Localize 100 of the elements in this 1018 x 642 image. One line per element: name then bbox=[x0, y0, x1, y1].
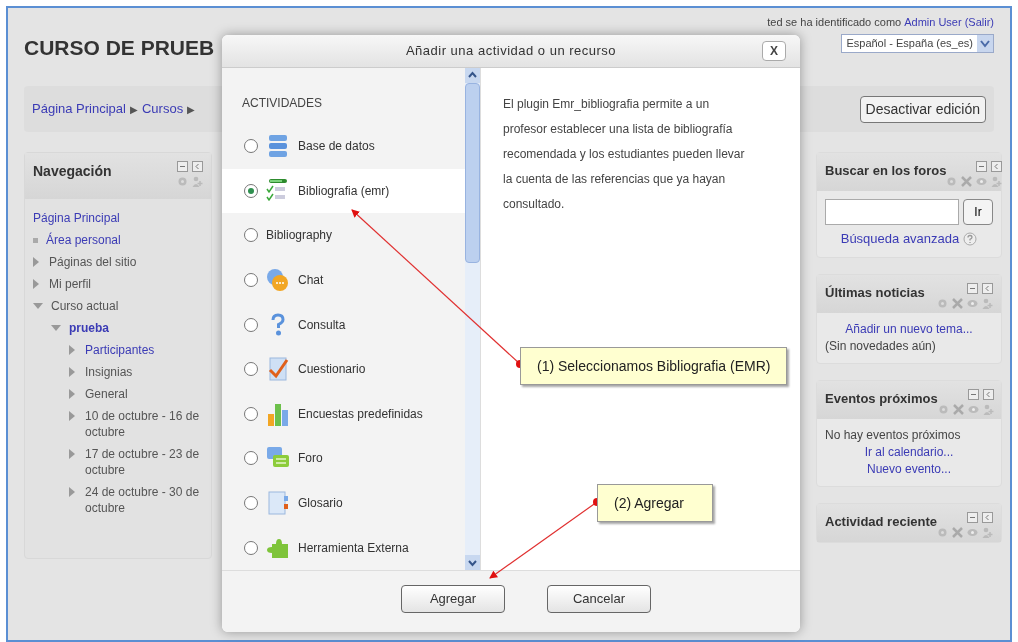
bar-chart-icon bbox=[266, 401, 290, 426]
dialog-button[interactable]: Cancelar bbox=[547, 584, 651, 613]
scroll-up-icon[interactable] bbox=[465, 68, 480, 83]
nav-link[interactable]: Participantes bbox=[85, 342, 155, 358]
search-field[interactable] bbox=[825, 199, 959, 225]
collapse-icon[interactable] bbox=[967, 511, 978, 523]
dialog-button[interactable]: Agregar bbox=[401, 584, 505, 613]
block-link[interactable]: Ir al calendario... bbox=[864, 443, 954, 461]
option-label: Foro bbox=[298, 450, 323, 468]
advanced-search-link[interactable]: Búsqueda avanzada bbox=[840, 229, 960, 249]
block-title: Navegación bbox=[33, 162, 112, 181]
nav-item[interactable]: 24 de octubre - 30 de octubre bbox=[85, 484, 203, 516]
expanded-arrow-icon[interactable] bbox=[51, 325, 61, 333]
activity-option[interactable]: Bibliography bbox=[222, 213, 465, 258]
nav-item[interactable]: Insignias bbox=[85, 364, 133, 380]
nav-item[interactable]: 17 de octubre - 23 de octubre bbox=[85, 446, 203, 478]
option-label: Glosario bbox=[298, 495, 343, 513]
close-icon[interactable] bbox=[961, 176, 973, 187]
collapse-icon[interactable] bbox=[967, 282, 978, 294]
close-icon[interactable] bbox=[952, 403, 964, 415]
annotation-callout: (1) Seleccionamos Bibliografia (EMR) bbox=[520, 347, 788, 385]
nav-item[interactable]: Curso actual bbox=[51, 298, 119, 314]
checkmark-document-icon bbox=[266, 357, 290, 382]
block-text: No hay eventos próximos bbox=[825, 426, 961, 444]
collapse-icon[interactable] bbox=[177, 161, 188, 172]
close-icon[interactable] bbox=[952, 297, 963, 309]
block-title: Eventos próximos bbox=[825, 389, 938, 408]
scroll-thumb[interactable] bbox=[465, 83, 480, 263]
nav-item[interactable]: 10 de octubre - 16 de octubre bbox=[85, 408, 203, 440]
collapsed-arrow-icon[interactable] bbox=[69, 345, 77, 355]
breadcrumb-link[interactable]: Página Principal bbox=[32, 99, 126, 119]
collapse-icon[interactable] bbox=[976, 161, 988, 172]
option-label: Base de datos bbox=[298, 138, 375, 156]
settings-icon[interactable] bbox=[937, 526, 948, 538]
activity-option[interactable]: Foro bbox=[222, 436, 465, 481]
eye-icon[interactable] bbox=[976, 176, 988, 187]
settings-icon[interactable] bbox=[937, 297, 948, 309]
radio-button[interactable] bbox=[244, 406, 258, 421]
activity-option[interactable]: Encuestas predefinidas bbox=[222, 391, 465, 437]
block-title: Últimas noticias bbox=[825, 283, 925, 302]
nav-item[interactable]: General bbox=[85, 386, 128, 402]
database-icon bbox=[266, 134, 290, 159]
radio-button[interactable] bbox=[244, 183, 258, 198]
block-title: Buscar en los foros bbox=[825, 162, 947, 180]
nav-item[interactable]: Páginas del sitio bbox=[49, 254, 137, 270]
activity-option[interactable]: Glosario bbox=[222, 480, 465, 526]
settings-icon[interactable] bbox=[937, 403, 949, 415]
settings-icon[interactable] bbox=[177, 176, 188, 187]
eye-icon[interactable] bbox=[967, 403, 979, 415]
scrollbar[interactable] bbox=[465, 68, 480, 570]
option-label: Bibliografia (emr) bbox=[298, 182, 390, 200]
nav-item[interactable]: Mi perfil bbox=[49, 276, 91, 292]
collapsed-arrow-icon[interactable] bbox=[69, 449, 77, 459]
dock-icon[interactable] bbox=[982, 282, 993, 294]
activity-option[interactable]: Consulta bbox=[222, 302, 465, 347]
dock-icon[interactable] bbox=[991, 161, 1003, 172]
activity-option[interactable]: Base de datos bbox=[222, 124, 465, 169]
edit-mode-button[interactable]: Desactivar edición bbox=[859, 95, 986, 123]
nav-link[interactable]: Página Principal bbox=[33, 210, 120, 226]
collapsed-arrow-icon[interactable] bbox=[69, 487, 77, 497]
eye-icon[interactable] bbox=[967, 297, 978, 309]
radio-button[interactable] bbox=[244, 451, 258, 466]
dock-icon[interactable] bbox=[192, 161, 203, 172]
option-label: Consulta bbox=[298, 316, 346, 334]
nav-link[interactable]: prueba bbox=[69, 320, 109, 336]
dock-icon[interactable] bbox=[982, 388, 994, 400]
settings-icon[interactable] bbox=[946, 176, 958, 187]
dock-icon[interactable] bbox=[982, 511, 993, 523]
activity-option[interactable]: Bibliografia (emr) bbox=[222, 168, 465, 214]
collapsed-arrow-icon[interactable] bbox=[69, 389, 77, 399]
radio-button[interactable] bbox=[244, 273, 258, 288]
language-select[interactable]: Español - España (es_es) bbox=[841, 33, 994, 53]
radio-button[interactable] bbox=[244, 362, 258, 377]
radio-button[interactable] bbox=[244, 228, 258, 243]
eye-icon[interactable] bbox=[967, 526, 978, 538]
activity-option[interactable]: Herramienta Externa bbox=[222, 525, 465, 570]
collapsed-arrow-icon[interactable] bbox=[69, 367, 77, 377]
logout-link[interactable]: (Salir) bbox=[964, 14, 994, 31]
radio-button[interactable] bbox=[244, 540, 258, 555]
close-icon[interactable] bbox=[952, 526, 963, 538]
go-button[interactable]: Ir bbox=[963, 199, 993, 225]
breadcrumb-link[interactable]: Cursos bbox=[141, 99, 184, 119]
radio-button[interactable] bbox=[244, 496, 258, 511]
activity-option[interactable]: Chat bbox=[222, 257, 465, 303]
user-link[interactable]: Admin User bbox=[904, 14, 962, 31]
block-link[interactable]: Añadir un nuevo tema... bbox=[845, 320, 973, 338]
radio-button[interactable] bbox=[244, 139, 258, 154]
expanded-arrow-icon[interactable] bbox=[33, 303, 43, 311]
activity-option[interactable]: Cuestionario bbox=[222, 346, 465, 392]
user-icon[interactable] bbox=[192, 176, 203, 187]
block-link[interactable]: Nuevo evento... bbox=[866, 460, 952, 478]
radio-button[interactable] bbox=[244, 317, 258, 332]
scroll-down-icon[interactable] bbox=[465, 555, 480, 570]
nav-link[interactable]: Área personal bbox=[46, 232, 121, 248]
collapse-icon[interactable] bbox=[967, 388, 979, 400]
collapsed-arrow-icon[interactable] bbox=[33, 279, 41, 289]
close-button[interactable]: X bbox=[762, 41, 786, 61]
help-icon[interactable] bbox=[963, 231, 978, 246]
collapsed-arrow-icon[interactable] bbox=[69, 411, 77, 421]
collapsed-arrow-icon[interactable] bbox=[33, 257, 41, 267]
